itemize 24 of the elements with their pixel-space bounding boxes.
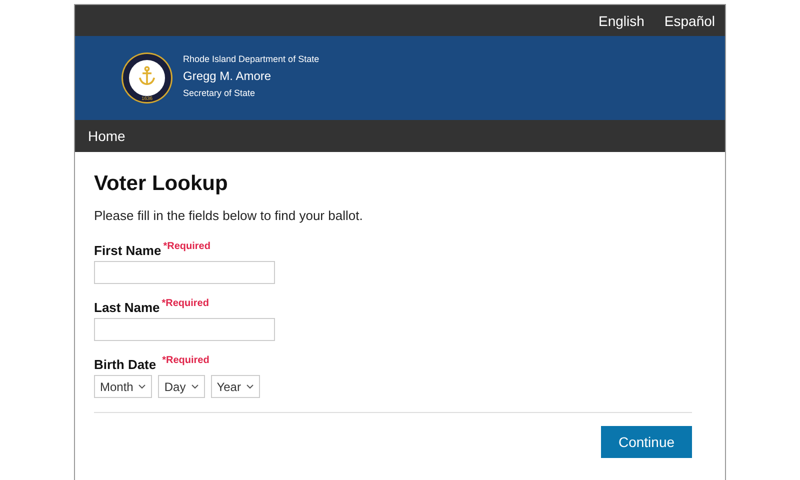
dropdown[interactable]: Day [158, 375, 205, 398]
input-field[interactable] [94, 318, 275, 341]
intro-text: Please fill in the fields below to find your ballot. [94, 208, 364, 223]
field-label: Last Name [94, 300, 160, 315]
department-name: Rhode Island Department of State [183, 54, 320, 64]
input-field[interactable] [94, 261, 275, 284]
language-link[interactable]: English [598, 12, 644, 28]
required-note: *Required [162, 298, 209, 309]
dropdown[interactable]: Month [94, 375, 152, 398]
anchor-icon [138, 66, 156, 86]
official-title: Secretary of State [183, 88, 256, 98]
continue-button[interactable]: Continue [601, 426, 692, 458]
language-link[interactable]: Español [664, 12, 715, 28]
chevron-icon [138, 384, 146, 389]
nav-link[interactable]: Home [88, 128, 126, 144]
field-label: Birth Date [94, 357, 156, 372]
field-label: First Name [94, 243, 162, 258]
official-name: Gregg M. Amore [183, 69, 272, 83]
page-title: Voter Lookup [94, 172, 229, 196]
dropdown[interactable]: Year [210, 375, 260, 398]
chevron-icon [190, 384, 199, 389]
chevron-icon [246, 384, 254, 389]
required-note: *Required [162, 355, 210, 366]
required-note: *Required [163, 241, 210, 252]
